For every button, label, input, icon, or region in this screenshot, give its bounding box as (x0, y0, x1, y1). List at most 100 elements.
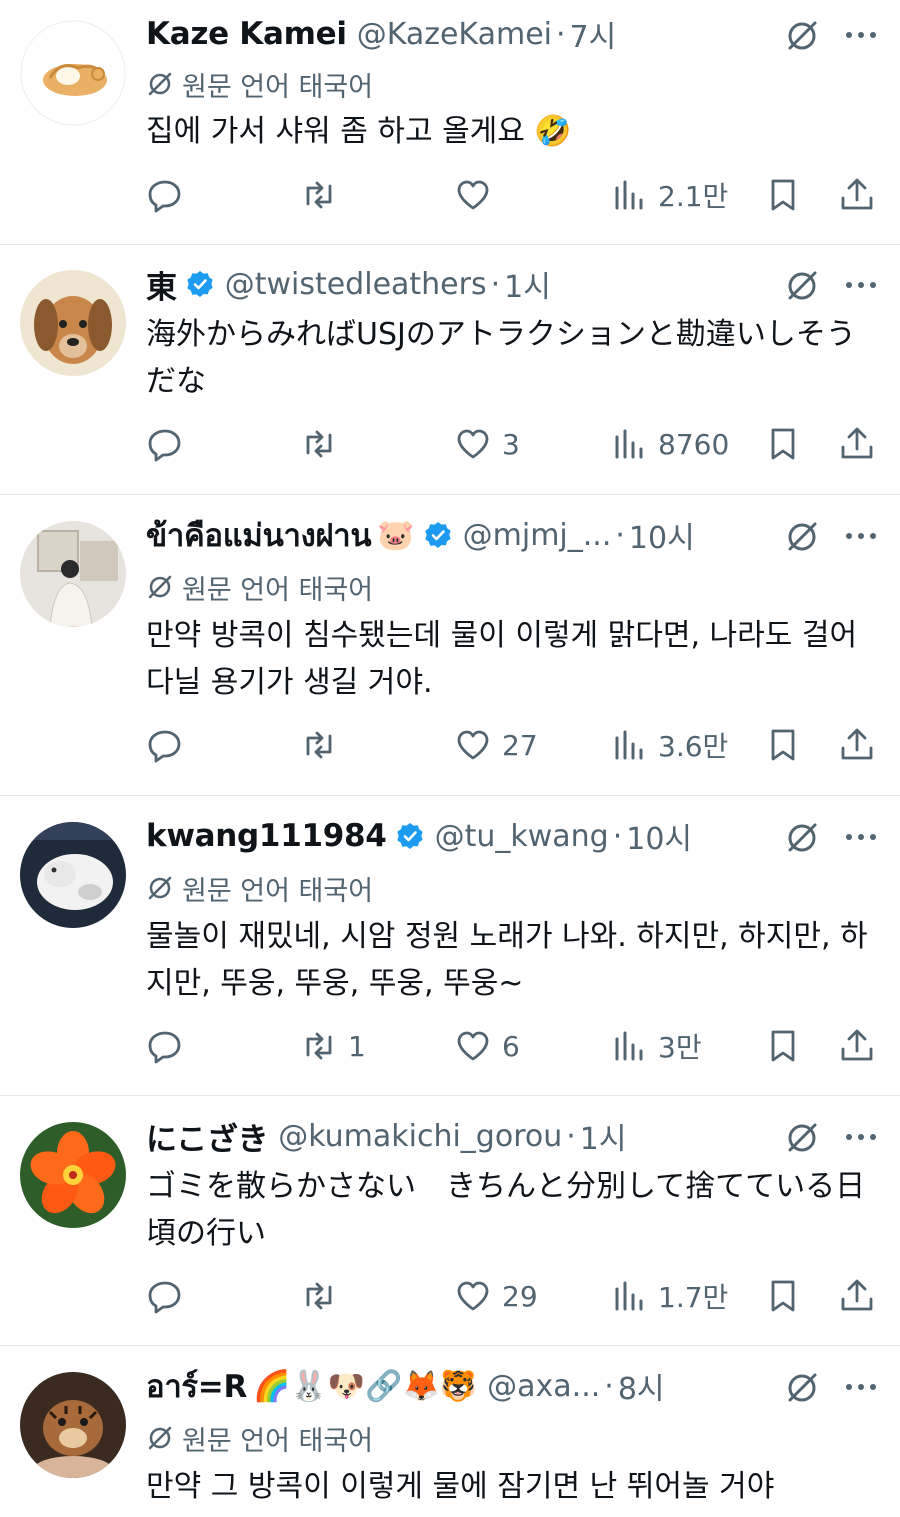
avatar[interactable] (20, 1372, 126, 1478)
grok-icon[interactable] (784, 820, 820, 856)
tweet[interactable]: อาร์=R 🌈🐰🐶🔗🦊🐯 @axa... · 8시 원문 언어 태국어 만약 … (0, 1346, 900, 1517)
tweet-text: ゴミを散らかさない きちんと分別して捨てている日頃の行い (146, 1169, 866, 1251)
separator-dot: · (566, 1118, 576, 1154)
retweet-button[interactable] (300, 720, 348, 770)
timestamp[interactable]: 1시 (580, 1116, 627, 1156)
translate-icon (148, 876, 172, 900)
heart-icon (457, 1281, 489, 1311)
timestamp[interactable]: 10시 (629, 515, 695, 555)
user-handle[interactable]: @mjmj_... (463, 518, 612, 553)
bookmark-button[interactable] (764, 1021, 802, 1071)
avatar[interactable] (20, 270, 126, 376)
user-handle[interactable]: @KazeKamei (357, 17, 552, 52)
more-icon[interactable] (844, 822, 878, 852)
grok-icon[interactable] (784, 18, 820, 54)
share-button[interactable] (838, 419, 876, 469)
grok-icon[interactable] (784, 1370, 820, 1406)
tweet[interactable]: ข้าคือแม่นางฝาน 🐷 @mjmj_... · 10시 원문 언어 … (0, 495, 900, 796)
display-name[interactable]: Kaze Kamei (146, 16, 347, 52)
more-icon[interactable] (844, 521, 878, 551)
display-name[interactable]: kwang111984 (146, 818, 387, 854)
reply-button[interactable] (146, 1021, 194, 1071)
views-button[interactable]: 1.7만 (610, 1271, 728, 1321)
share-button[interactable] (838, 720, 876, 770)
tweet-text: 집에 가서 샤워 좀 하고 올게요 🤣 (146, 114, 572, 149)
avatar[interactable] (20, 521, 126, 627)
more-icon[interactable] (844, 1122, 878, 1152)
user-handle[interactable]: @axa... (487, 1369, 600, 1404)
views-icon (615, 1281, 643, 1311)
timestamp[interactable]: 1시 (504, 264, 551, 304)
retweet-button[interactable] (300, 1271, 348, 1321)
name-emoji: 🐷 (377, 517, 415, 553)
tweet[interactable]: kwang111984 @tu_kwang · 10시 원문 언어 태국어 물놀… (0, 796, 900, 1096)
tweet[interactable]: Kaze Kamei @KazeKamei · 7시 원문 언어 태국어 집에 … (0, 0, 900, 245)
like-count: 27 (502, 728, 538, 762)
display-name[interactable]: 東 (146, 264, 177, 305)
bookmark-button[interactable] (764, 720, 802, 770)
timestamp[interactable]: 7시 (570, 14, 617, 54)
translation-notice[interactable]: 원문 언어 태국어 (146, 569, 373, 606)
more-icon[interactable] (844, 270, 878, 300)
retweet-icon (306, 430, 332, 458)
bookmark-button[interactable] (764, 1271, 802, 1321)
reply-icon (148, 1281, 181, 1314)
avatar[interactable] (20, 822, 126, 928)
separator-dot: · (612, 818, 623, 854)
separator-dot: · (604, 1368, 614, 1404)
views-button[interactable]: 8760 (610, 419, 729, 469)
bookmark-icon (771, 1280, 795, 1312)
timestamp[interactable]: 10시 (626, 816, 692, 856)
like-button[interactable]: 6 (454, 1021, 520, 1071)
share-button[interactable] (838, 1021, 876, 1071)
avatar[interactable] (20, 1122, 126, 1228)
tweet[interactable]: にこざき @kumakichi_gorou · 1시 ゴミを散らかさない きちん… (0, 1096, 900, 1346)
view-count: 3.6만 (658, 730, 729, 763)
like-button[interactable]: 27 (454, 720, 538, 770)
tweet[interactable]: 東 @twistedleathers · 1시 海外からみればUSJのアトラクシ… (0, 245, 900, 495)
reply-feed: Kaze Kamei @KazeKamei · 7시 원문 언어 태국어 집에 … (0, 0, 900, 1517)
display-name[interactable]: อาร์=R (146, 1366, 247, 1406)
more-icon[interactable] (844, 1372, 878, 1402)
like-button[interactable]: 29 (454, 1271, 538, 1321)
retweet-icon (306, 181, 332, 209)
like-button[interactable] (454, 170, 502, 220)
share-button[interactable] (838, 170, 876, 220)
retweet-button[interactable] (300, 170, 348, 220)
user-handle[interactable]: @tu_kwang (435, 819, 609, 854)
timestamp[interactable]: 8시 (618, 1366, 665, 1406)
action-bar: 3 8760 (0, 419, 900, 469)
user-handle[interactable]: @twistedleathers (225, 267, 487, 302)
views-button[interactable]: 3.6만 (610, 720, 728, 770)
views-button[interactable]: 2.1만 (610, 170, 728, 220)
like-count: 29 (502, 1279, 538, 1313)
user-handle[interactable]: @kumakichi_gorou (278, 1119, 562, 1154)
heart-icon (457, 180, 489, 210)
translation-notice[interactable]: 원문 언어 태국어 (146, 1420, 373, 1457)
translation-label: 원문 언어 태국어 (182, 71, 374, 103)
verified-badge-icon (424, 522, 451, 548)
display-name[interactable]: にこざき (146, 1116, 268, 1157)
reply-button[interactable] (146, 170, 194, 220)
translation-notice[interactable]: 원문 언어 태국어 (146, 66, 374, 103)
more-icon[interactable] (844, 20, 878, 50)
share-button[interactable] (838, 1271, 876, 1321)
bookmark-button[interactable] (764, 170, 802, 220)
action-bar: 27 3.6만 (0, 720, 900, 770)
display-name[interactable]: ข้าคือแม่นางฝาน (146, 515, 372, 555)
translation-notice[interactable]: 원문 언어 태국어 (146, 870, 373, 907)
like-button[interactable]: 3 (454, 419, 520, 469)
reply-button[interactable] (146, 1271, 194, 1321)
grok-icon[interactable] (784, 1120, 820, 1156)
bookmark-button[interactable] (764, 419, 802, 469)
retweet-icon (306, 1032, 332, 1060)
reply-button[interactable] (146, 720, 194, 770)
grok-icon[interactable] (784, 519, 820, 555)
reply-button[interactable] (146, 419, 194, 469)
avatar[interactable] (20, 20, 126, 126)
views-button[interactable]: 3만 (610, 1021, 702, 1071)
retweet-button[interactable]: 1 (300, 1021, 366, 1071)
retweet-button[interactable] (300, 419, 348, 469)
grok-icon[interactable] (784, 268, 820, 304)
reply-icon (148, 180, 181, 213)
